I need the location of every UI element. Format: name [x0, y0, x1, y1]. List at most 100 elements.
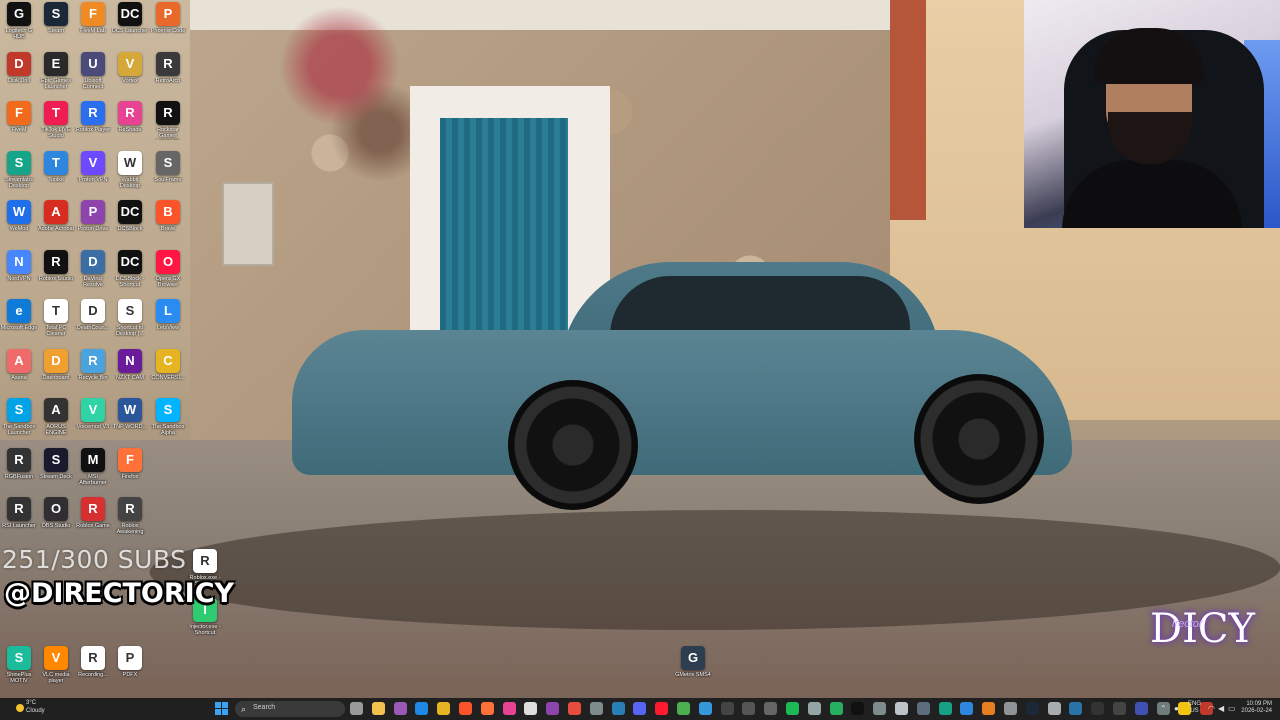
desktop-icon[interactable]: W WeMod: [0, 200, 38, 244]
desktop-icon[interactable]: R RSI Launcher: [0, 497, 38, 541]
taskbar-search-box[interactable]: ⌕ Search: [235, 701, 345, 717]
taskbar-app-app-blue-4-icon[interactable]: [1069, 702, 1083, 715]
taskbar-app-app-dark-4-icon[interactable]: [1091, 702, 1105, 715]
desktop-icon[interactable]: A AORUS ENGINE: [37, 398, 75, 442]
taskbar-app-app-grey-5-icon[interactable]: [1004, 702, 1017, 715]
tray-app-icon[interactable]: ●: [1174, 704, 1179, 713]
desktop-icon[interactable]: F Firefox: [111, 447, 149, 492]
desktop-icon[interactable]: B Brave: [149, 200, 187, 244]
desktop-icon[interactable]: T Toolkit: [37, 150, 75, 195]
desktop-icon[interactable]: R Roblox Awakening: [111, 497, 149, 541]
desktop-icon[interactable]: L LetsView: [149, 299, 187, 343]
taskbar-app-app-purple-icon[interactable]: [393, 702, 407, 715]
desktop-icon[interactable]: M MSI Afterburner: [74, 447, 112, 492]
desktop-icon[interactable]: R ReShade: [111, 101, 149, 145]
taskbar-app-steam-icon[interactable]: [1025, 702, 1039, 715]
desktop-icon[interactable]: W TNP WORD...: [111, 398, 149, 442]
desktop-icon[interactable]: N NordVPN: [0, 249, 38, 294]
taskbar-app-app-white-icon[interactable]: [524, 702, 538, 715]
desktop-icon[interactable]: S Shortcut to Desktop (...: [111, 299, 149, 343]
taskbar-app-app-grey-4-icon[interactable]: [895, 702, 908, 715]
desktop-icon[interactable]: R Rockstar Games Launcher: [149, 101, 187, 145]
desktop-icon[interactable]: R Recycle Bin: [74, 348, 112, 393]
taskbar-app-app-orange-icon[interactable]: [982, 702, 996, 715]
desktop-icon[interactable]: S Steam: [37, 2, 75, 46]
taskbar-app-opera-icon[interactable]: [655, 702, 669, 715]
taskbar-app-app-blue-icon[interactable]: [611, 702, 625, 715]
taskbar-app-app-dark-2-icon[interactable]: [742, 702, 756, 715]
taskbar-app-spotify-icon[interactable]: [786, 702, 799, 715]
taskbar-app-app-steel-icon[interactable]: [916, 702, 930, 715]
desktop-icon[interactable]: D Dashboard: [37, 348, 75, 393]
desktop-icon[interactable]: P Proton Drive: [74, 200, 112, 244]
desktop-icon[interactable]: T TikTok LIVE Studio: [37, 101, 75, 145]
desktop-icon[interactable]: e Microsoft Edge: [0, 299, 38, 343]
desktop-icon[interactable]: V Voicemod V3: [74, 398, 112, 442]
desktop-icon[interactable]: S The Sandbox Launcher: [0, 398, 38, 442]
volume-icon[interactable]: ◀: [1218, 704, 1224, 713]
taskbar-app-file-explorer-icon[interactable]: [371, 702, 385, 715]
taskbar-app-app-pink-icon[interactable]: [502, 702, 516, 715]
desktop-icon[interactable]: A Adobe Acrobat: [37, 200, 75, 244]
desktop-icon[interactable]: R Roblox Game: [74, 497, 112, 541]
taskbar-app-app-grey-2-icon[interactable]: [807, 702, 821, 715]
desktop-icon[interactable]: D DaVinci Resolve: [74, 249, 112, 294]
desktop-icon[interactable]: V VLC media player: [37, 646, 75, 690]
desktop-icon[interactable]: V Proton VPN: [74, 150, 112, 195]
taskbar-app-app-dark-icon[interactable]: [720, 702, 734, 715]
desktop-icon[interactable]: G Logitech G HUB: [0, 2, 38, 46]
desktop-icon[interactable]: DC DCSBlock - Shortcut: [111, 249, 149, 294]
desktop-icon[interactable]: P PDFX: [111, 646, 149, 690]
weather-widget[interactable]: 3°C Cloudy: [14, 699, 74, 719]
desktop-icon[interactable]: S SoulFrame: [149, 150, 187, 195]
taskbar-app-app-x-icon[interactable]: [1113, 702, 1126, 715]
desktop-icon[interactable]: V Vortex: [111, 51, 149, 96]
taskbar-app-app-black-icon[interactable]: [851, 702, 865, 715]
desktop-icon[interactable]: C CONVERSI...: [149, 348, 187, 393]
desktop-icon[interactable]: S Stream Deck: [37, 447, 75, 492]
desktop-icon[interactable]: G GMetrix SMS4: [674, 646, 712, 690]
desktop-icon[interactable]: DC DCS Launcher: [111, 2, 149, 46]
desktop-icon[interactable]: A Asana: [0, 348, 38, 393]
taskbar-app-task-view-icon[interactable]: [350, 702, 363, 715]
desktop-icon[interactable]: N NZXT CAM: [111, 348, 149, 393]
desktop-icon[interactable]: O Opera GX Browser: [149, 249, 187, 294]
battery-icon[interactable]: ▭: [1228, 704, 1236, 713]
desktop-icon[interactable]: F FiveM: [0, 101, 38, 145]
desktop-icon[interactable]: DC DCSBlock: [111, 200, 149, 244]
taskbar-app-chrome-icon[interactable]: [677, 702, 690, 715]
taskbar-app-app-purple-2-icon[interactable]: [546, 702, 560, 715]
taskbar-app-app-dark-3-icon[interactable]: [764, 702, 778, 715]
taskbar-app-edge-icon[interactable]: [415, 702, 429, 715]
desktop-icon[interactable]: R Roblox Player: [74, 101, 112, 145]
taskbar-app-explorer-icon[interactable]: [437, 702, 451, 715]
taskbar-app-app-grey-6-icon[interactable]: [1047, 702, 1061, 715]
taskbar-clock[interactable]: 10:09 PM 2026-02-24: [1236, 701, 1272, 715]
desktop-icon[interactable]: O OBS Studio: [37, 497, 75, 541]
desktop-icon[interactable]: R Recording...: [74, 646, 112, 690]
desktop-icon[interactable]: S ShinePlus MOTIV: [0, 646, 38, 690]
taskbar-app-app-grey-icon[interactable]: [589, 702, 603, 715]
taskbar-app-app-green-icon[interactable]: [829, 702, 843, 715]
desktop-icon[interactable]: P Phoenix Code: [149, 2, 187, 46]
chevron-up-icon[interactable]: ⌃: [1160, 704, 1167, 713]
desktop-icon[interactable]: U Ubisoft Connect: [74, 51, 112, 96]
taskbar-app-app-blue-2-icon[interactable]: [698, 702, 712, 715]
language-indicator[interactable]: ENG US: [1188, 701, 1201, 715]
desktop-icon[interactable]: R RGBFusion: [0, 447, 38, 492]
taskbar-app-app-teal-icon[interactable]: [938, 702, 952, 715]
desktop-icon[interactable]: D DeathCoun...: [74, 299, 112, 343]
desktop-icon[interactable]: T Total PC Cleaner: [37, 299, 75, 343]
taskbar-app-app-grey-3-icon[interactable]: [873, 702, 887, 715]
desktop-icon[interactable]: S Streamlabs Desktop: [0, 150, 38, 195]
taskbar-app-firefox-icon[interactable]: [480, 702, 494, 715]
start-button[interactable]: [215, 702, 229, 716]
desktop-icon[interactable]: E Epic Games Launcher: [37, 51, 75, 96]
taskbar-app-app-red-icon[interactable]: [568, 702, 581, 715]
desktop-icon[interactable]: W Wabbit Desktop: [111, 150, 149, 195]
desktop-icon[interactable]: R RetroArch: [149, 51, 187, 96]
taskbar-app-brave-icon[interactable]: [459, 702, 472, 715]
desktop-icon[interactable]: R Roblox Studio: [37, 249, 75, 294]
taskbar-app-discord-icon[interactable]: [633, 702, 647, 715]
desktop-icon[interactable]: D Disk Drill: [0, 51, 38, 96]
